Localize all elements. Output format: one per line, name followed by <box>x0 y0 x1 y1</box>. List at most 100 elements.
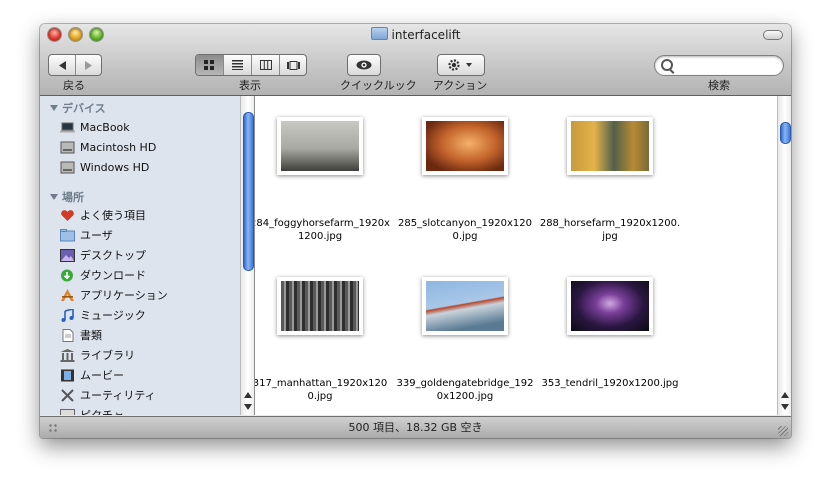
horse-farm-image <box>571 121 649 171</box>
sidebar-item-label: デスクトップ <box>80 249 146 262</box>
sidebar-item-label: よく使う項目 <box>80 209 146 222</box>
sidebar-item-label: MacBook <box>80 120 130 134</box>
hard-drive-icon <box>60 161 75 173</box>
content-scrollbar[interactable] <box>777 96 791 415</box>
sidebar-item-macintosh-hd[interactable]: Macintosh HD <box>60 138 156 156</box>
sidebar-scrollbar[interactable] <box>240 96 254 415</box>
forward-arrow-icon <box>85 60 92 70</box>
sidebar-item-label: ミュージック <box>80 309 146 322</box>
window-title-text: interfacelift <box>391 28 461 42</box>
finder-window: interfacelift 戻る 表示 クイックルック アクション 検索 デバイ… <box>40 24 791 438</box>
documents-icon <box>62 328 74 342</box>
toolbar-toggle-button[interactable] <box>763 30 783 40</box>
sidebar-item-desktop[interactable]: デスクトップ <box>60 246 146 264</box>
sidebar-item-label: アプリケーション <box>80 289 168 302</box>
sidebar-item-users[interactable]: ユーザ <box>60 226 113 244</box>
sidebar-item-library[interactable]: ライブラリ <box>60 346 135 364</box>
disclosure-triangle-icon <box>50 194 58 200</box>
download-icon <box>61 269 73 281</box>
file-thumbnail <box>567 277 653 335</box>
movies-icon <box>61 369 74 381</box>
content-scroll-thumb[interactable] <box>780 122 791 144</box>
quicklook-label: クイックルック <box>340 79 417 92</box>
places-header[interactable]: 場所 <box>50 189 84 205</box>
resize-grip-icon[interactable] <box>778 426 788 436</box>
file-name: 284_foggyhorsefarm_1920x1200.jpg <box>255 218 390 242</box>
search-icon <box>661 59 673 71</box>
scroll-up-arrow-icon[interactable] <box>244 392 252 398</box>
library-icon <box>60 348 75 362</box>
eye-icon <box>356 60 372 70</box>
scroll-down-arrow-icon[interactable] <box>781 404 789 410</box>
sidebar-item-applications[interactable]: アプリケーション <box>60 286 168 304</box>
folder-icon <box>370 27 388 40</box>
foggy-horse-farm-image <box>281 121 359 171</box>
icon-view-button[interactable] <box>196 55 224 75</box>
devices-header-label: デバイス <box>62 102 106 115</box>
sidebar-item-pictures[interactable]: ピクチャ <box>60 406 124 415</box>
sidebar-item-macbook[interactable]: MacBook <box>60 118 130 136</box>
sidebar-item-label: Macintosh HD <box>80 140 157 154</box>
sidebar-item-label: ライブラリ <box>80 349 135 362</box>
file-thumbnail <box>422 277 508 335</box>
status-bar: 500 項目、18.32 GB 空き <box>40 416 791 438</box>
file-thumbnail <box>567 117 653 175</box>
laptop-icon <box>60 122 75 132</box>
back-arrow-icon <box>58 60 66 70</box>
golden-gate-bridge-image <box>426 281 504 331</box>
sidebar-item-label: ユーティリティ <box>80 389 156 402</box>
back-label: 戻る <box>63 79 85 92</box>
sidebar-item-label: ダウンロード <box>80 269 146 282</box>
column-view-button[interactable] <box>252 55 280 75</box>
action-menu-face[interactable] <box>438 55 484 75</box>
sidebar-item-movies[interactable]: ムービー <box>60 366 124 384</box>
disclosure-triangle-icon <box>50 105 58 111</box>
scroll-down-arrow-icon[interactable] <box>244 404 252 410</box>
columns-icon <box>259 60 272 70</box>
scroll-up-arrow-icon[interactable] <box>781 392 789 398</box>
quicklook-button[interactable] <box>347 54 381 76</box>
applications-icon <box>61 288 74 301</box>
sidebar: デバイス MacBook Macintosh HD Windows HD 場所 … <box>40 96 255 415</box>
sidebar-resize-handle-icon[interactable] <box>48 423 58 433</box>
sidebar-item-music[interactable]: ミュージック <box>60 306 146 324</box>
file-thumbnail <box>422 117 508 175</box>
gear-icon <box>448 59 472 71</box>
window-title: interfacelift <box>40 27 791 42</box>
tendril-image <box>571 281 649 331</box>
file-thumbnail <box>277 277 363 335</box>
slot-canyon-image <box>426 121 504 171</box>
view-label: 表示 <box>239 79 261 92</box>
action-label: アクション <box>432 79 488 92</box>
search-label: 検索 <box>708 79 730 92</box>
devices-header[interactable]: デバイス <box>50 100 106 116</box>
search-field[interactable] <box>654 55 784 76</box>
heart-icon <box>61 209 74 221</box>
sidebar-item-favorites[interactable]: よく使う項目 <box>60 206 146 224</box>
manhattan-image <box>281 281 359 331</box>
icon-grid-icon <box>204 59 214 70</box>
file-icon-grid: 284_foggyhorsefarm_1920x1200.jpg 285_slo… <box>255 96 777 415</box>
sidebar-item-utilities[interactable]: ユーティリティ <box>60 386 156 404</box>
file-thumbnail <box>277 117 363 175</box>
quicklook-button-face[interactable] <box>348 55 380 75</box>
music-icon <box>61 308 74 322</box>
sidebar-item-label: Windows HD <box>80 160 150 174</box>
sidebar-scroll-thumb[interactable] <box>243 112 254 271</box>
sidebar-item-downloads[interactable]: ダウンロード <box>60 266 146 284</box>
file-name: 317_manhattan_1920x1200.jpg <box>255 378 388 402</box>
hard-drive-icon <box>60 141 75 153</box>
forward-button[interactable] <box>76 55 101 75</box>
sidebar-item-documents[interactable]: 書類 <box>60 326 102 344</box>
file-name: 339_goldengatebridge_1920x1200.jpg <box>396 378 534 402</box>
sidebar-item-label: ユーザ <box>80 229 113 242</box>
file-name: 285_slotcanyon_1920x1200.jpg <box>398 218 532 242</box>
sidebar-item-windows-hd[interactable]: Windows HD <box>60 158 149 176</box>
coverflow-view-button[interactable] <box>280 55 306 75</box>
file-name: 353_tendril_1920x1200.jpg <box>541 378 679 389</box>
search-input[interactable] <box>677 58 779 74</box>
back-button[interactable] <box>49 55 76 75</box>
action-menu-button[interactable] <box>437 54 485 76</box>
places-header-label: 場所 <box>62 191 84 204</box>
list-view-button[interactable] <box>224 55 252 75</box>
